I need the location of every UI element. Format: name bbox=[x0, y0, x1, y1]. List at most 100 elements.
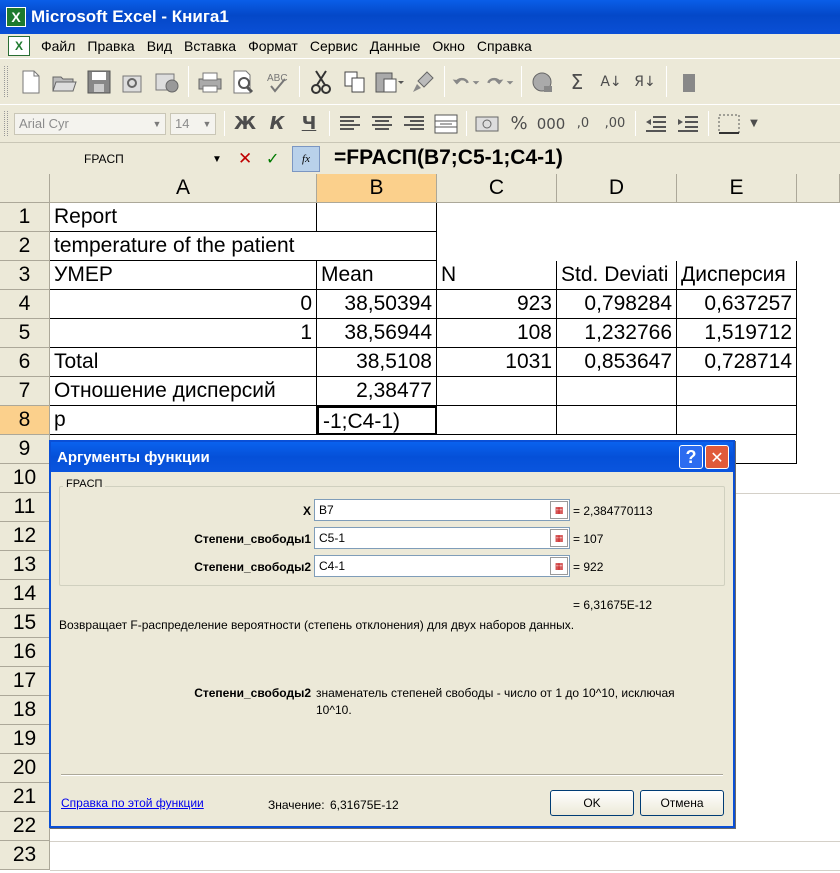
permission-icon[interactable] bbox=[118, 67, 148, 97]
cell-d3[interactable]: Std. Deviati bbox=[557, 261, 677, 290]
autosum-icon[interactable]: Σ bbox=[562, 67, 592, 97]
undo-icon[interactable] bbox=[451, 67, 481, 97]
row-header[interactable]: 11 bbox=[0, 493, 50, 522]
redo-icon[interactable] bbox=[485, 67, 515, 97]
cell-a1[interactable]: Report bbox=[50, 203, 317, 232]
cell-a7[interactable]: Отношение дисперсий bbox=[50, 377, 317, 406]
row-header[interactable]: 20 bbox=[0, 754, 50, 783]
column-header-c[interactable]: C bbox=[437, 174, 557, 203]
row-header[interactable]: 2 bbox=[0, 232, 50, 261]
align-left-icon[interactable] bbox=[336, 109, 364, 139]
cell-a5[interactable]: 1 bbox=[50, 319, 317, 348]
currency-icon[interactable] bbox=[473, 109, 501, 139]
cell-a4[interactable]: 0 bbox=[50, 290, 317, 319]
row-header[interactable]: 12 bbox=[0, 522, 50, 551]
cell-d7[interactable] bbox=[557, 377, 677, 406]
function-help-link[interactable]: Справка по этой функции bbox=[61, 796, 204, 810]
borders-icon[interactable] bbox=[715, 109, 743, 139]
paste-icon[interactable] bbox=[374, 67, 404, 97]
row-header[interactable]: 9 bbox=[0, 435, 50, 464]
cell-b3[interactable]: Mean bbox=[317, 261, 437, 290]
underline-button[interactable]: Ч bbox=[295, 109, 323, 139]
row-header[interactable]: 6 bbox=[0, 348, 50, 377]
row-header[interactable]: 15 bbox=[0, 609, 50, 638]
menu-window[interactable]: Окно bbox=[426, 35, 471, 57]
cell-e8[interactable] bbox=[677, 406, 797, 435]
cell-c8[interactable] bbox=[437, 406, 557, 435]
cut-icon[interactable] bbox=[306, 67, 336, 97]
row-header[interactable]: 10 bbox=[0, 464, 50, 493]
row-header[interactable]: 21 bbox=[0, 783, 50, 812]
cell-b6[interactable]: 38,5108 bbox=[317, 348, 437, 377]
sort-descending-icon[interactable]: Я↓ bbox=[630, 67, 660, 97]
column-header-d[interactable]: D bbox=[557, 174, 677, 203]
row-header[interactable]: 4 bbox=[0, 290, 50, 319]
cell-e5[interactable]: 1,519712 bbox=[677, 319, 797, 348]
hyperlink-icon[interactable] bbox=[528, 67, 558, 97]
open-icon[interactable] bbox=[50, 67, 80, 97]
chevron-down-icon[interactable]: ▼ bbox=[199, 119, 215, 129]
cell-e4[interactable]: 0,637257 bbox=[677, 290, 797, 319]
cell-b8-active[interactable]: -1;C4-1) bbox=[317, 406, 437, 435]
copy-icon[interactable] bbox=[340, 67, 370, 97]
save-icon[interactable] bbox=[84, 67, 114, 97]
menu-data[interactable]: Данные bbox=[364, 35, 427, 57]
new-icon[interactable] bbox=[16, 67, 46, 97]
row-header[interactable]: 3 bbox=[0, 261, 50, 290]
row-header[interactable]: 18 bbox=[0, 696, 50, 725]
percent-button[interactable]: % bbox=[505, 109, 533, 139]
menu-file[interactable]: Файл bbox=[35, 35, 81, 57]
enter-formula-icon[interactable]: ✓ bbox=[266, 149, 279, 168]
row-header[interactable]: 1 bbox=[0, 203, 50, 232]
column-header-f[interactable] bbox=[797, 174, 840, 203]
cell-b5[interactable]: 38,56944 bbox=[317, 319, 437, 348]
cell-a8[interactable]: p bbox=[50, 406, 317, 435]
row-header[interactable]: 17 bbox=[0, 667, 50, 696]
help-icon[interactable]: ? bbox=[679, 445, 703, 469]
italic-button[interactable]: К bbox=[263, 109, 291, 139]
formula-input[interactable]: =FPACП(B7;C5-1;C4-1) bbox=[334, 146, 563, 170]
cell-e6[interactable]: 0,728714 bbox=[677, 348, 797, 377]
cell-a6[interactable]: Total bbox=[50, 348, 317, 377]
row-header[interactable]: 5 bbox=[0, 319, 50, 348]
email-icon[interactable] bbox=[152, 67, 182, 97]
cell-c3[interactable]: N bbox=[437, 261, 557, 290]
cell-c4[interactable]: 923 bbox=[437, 290, 557, 319]
toolbar-grip[interactable] bbox=[4, 65, 8, 98]
row-header[interactable]: 19 bbox=[0, 725, 50, 754]
row-header[interactable]: 8 bbox=[0, 406, 50, 435]
row-header[interactable]: 23 bbox=[0, 841, 50, 870]
cell-b1[interactable] bbox=[317, 203, 437, 232]
column-header-a[interactable]: A bbox=[50, 174, 317, 203]
spelling-icon[interactable]: ABC bbox=[263, 67, 293, 97]
cell-d4[interactable]: 0,798284 bbox=[557, 290, 677, 319]
chevron-down-icon[interactable]: ▼ bbox=[747, 109, 761, 139]
row-header[interactable]: 13 bbox=[0, 551, 50, 580]
collapse-dialog-icon[interactable]: ▦ bbox=[550, 557, 568, 575]
dialog-title-bar[interactable]: Аргументы функции bbox=[51, 442, 733, 472]
font-size-select[interactable]: 14 ▼ bbox=[170, 112, 216, 135]
arg-df2-input[interactable]: C4-1 bbox=[314, 555, 570, 577]
menu-insert[interactable]: Вставка bbox=[178, 35, 242, 57]
thousands-separator-button[interactable]: 000 bbox=[537, 109, 566, 139]
excel-app-icon[interactable]: X bbox=[6, 7, 26, 27]
decrease-decimal-button[interactable]: ,00 bbox=[601, 109, 629, 139]
cell-c5[interactable]: 108 bbox=[437, 319, 557, 348]
select-all-corner[interactable] bbox=[0, 174, 50, 203]
increase-decimal-button[interactable]: ,0 bbox=[569, 109, 597, 139]
row-header[interactable]: 7 bbox=[0, 377, 50, 406]
cell-e3[interactable]: Дисперсия bbox=[677, 261, 797, 290]
menu-tools[interactable]: Сервис bbox=[304, 35, 364, 57]
cancel-button[interactable]: Отмена bbox=[640, 790, 724, 816]
align-center-icon[interactable] bbox=[368, 109, 396, 139]
row-header[interactable]: 14 bbox=[0, 580, 50, 609]
collapse-dialog-icon[interactable]: ▦ bbox=[550, 501, 568, 519]
cell-c7[interactable] bbox=[437, 377, 557, 406]
menu-help[interactable]: Справка bbox=[471, 35, 538, 57]
cancel-formula-icon[interactable]: ✕ bbox=[238, 149, 252, 169]
cell-c6[interactable]: 1031 bbox=[437, 348, 557, 377]
cell-e7[interactable] bbox=[677, 377, 797, 406]
close-icon[interactable]: ✕ bbox=[705, 445, 729, 469]
arg-df1-input[interactable]: C5-1 bbox=[314, 527, 570, 549]
decrease-indent-icon[interactable] bbox=[642, 109, 670, 139]
